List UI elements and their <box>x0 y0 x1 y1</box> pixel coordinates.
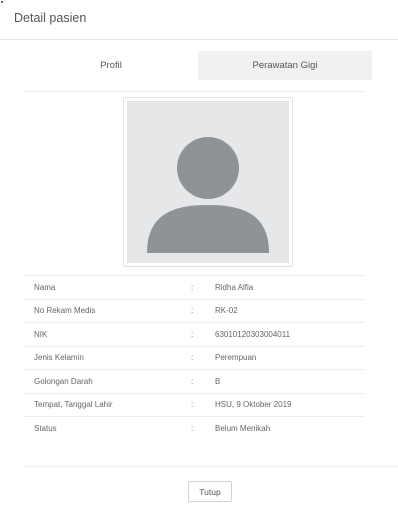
field-separator: : <box>191 282 194 292</box>
close-button[interactable]: Tutup <box>188 481 232 502</box>
field-label: No Rekam Medis <box>34 306 96 316</box>
field-value: RK-02 <box>215 306 238 316</box>
field-separator: : <box>191 400 194 410</box>
field-label: NIK <box>34 329 48 339</box>
table-row: Golongan Darah : B <box>24 369 364 394</box>
table-row: Nama : Ridha Alfia <box>24 275 364 300</box>
field-label: Nama <box>34 282 56 292</box>
field-separator: : <box>191 376 194 386</box>
field-label: Golongan Darah <box>34 376 93 386</box>
field-label: Status <box>34 424 57 433</box>
table-row: Jenis Kelamin : Perempuan <box>24 346 364 370</box>
field-separator: : <box>191 306 194 316</box>
modal-title: Detail pasien <box>14 11 87 25</box>
tab-perawatan-gigi[interactable]: Perawatan Gigi <box>198 51 372 80</box>
field-value: Ridha Alfia <box>215 282 254 292</box>
table-row: NIK : 63010120303004011 <box>24 322 364 347</box>
field-separator: : <box>191 353 194 363</box>
field-separator: : <box>191 329 194 339</box>
avatar <box>127 101 289 263</box>
field-label: Jenis Kelamin <box>34 353 84 363</box>
modal-header: Detail pasien <box>0 0 398 40</box>
field-value: Perempuan <box>215 353 257 363</box>
divider <box>24 91 364 92</box>
table-row: Status : Belum Menikah <box>24 416 364 441</box>
field-value: Belum Menikah <box>215 424 271 433</box>
tab-profil[interactable]: Profil <box>24 51 198 80</box>
field-value: B <box>215 376 221 386</box>
field-separator: : <box>191 424 194 433</box>
field-value: 63010120303004011 <box>215 329 291 339</box>
patient-photo <box>123 97 293 267</box>
tab-bar: Profil Perawatan Gigi <box>24 51 372 80</box>
field-value: HSU, 9 Oktober 2019 <box>215 400 292 410</box>
user-avatar-placeholder-icon <box>147 137 269 253</box>
table-row: Tempat, Tanggal Lahir : HSU, 9 Oktober 2… <box>24 393 364 417</box>
patient-info-table: Nama : Ridha Alfia No Rekam Medis : RK-0… <box>24 275 364 440</box>
footer-divider <box>24 466 398 467</box>
field-label: Tempat, Tanggal Lahir <box>34 400 113 410</box>
table-row: No Rekam Medis : RK-02 <box>24 299 364 323</box>
